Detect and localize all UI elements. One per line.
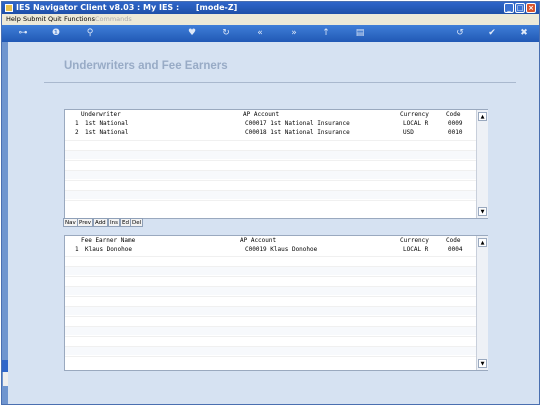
column-header-underwriter: Underwriter — [81, 111, 121, 118]
underwriters-header-row: Underwriter AP Account Currency Code — [65, 110, 487, 119]
column-header-ap-account: AP Account — [240, 237, 277, 244]
empty-row[interactable] — [65, 306, 487, 315]
cell-currency[interactable]: USD — [403, 129, 414, 136]
add-button[interactable]: Add — [93, 218, 108, 227]
table-row[interactable]: 1 Klaus Donohoe C00019 Klaus Donohoe LOC… — [65, 245, 487, 254]
minimize-button[interactable]: _ — [504, 3, 514, 13]
underwriters-grid: Underwriter AP Account Currency Code 1 1… — [64, 109, 488, 219]
close-window-button[interactable]: × — [526, 3, 536, 13]
cell-ap-account[interactable]: C00018 1st National Insurance — [245, 129, 350, 136]
nav-button[interactable]: Nav — [63, 218, 78, 227]
empty-row[interactable] — [65, 180, 487, 189]
empty-row[interactable] — [65, 356, 487, 365]
empty-row[interactable] — [65, 326, 487, 335]
key-icon[interactable]: ⊶ — [12, 28, 34, 39]
window-title: IES Navigator Client v8.03 : My IES : [m… — [16, 3, 238, 12]
empty-row[interactable] — [65, 266, 487, 275]
fee-earners-header-row: Fee Earner Name AP Account Currency Code — [65, 236, 487, 245]
column-header-ap-account: AP Account — [243, 111, 280, 118]
search-icon[interactable]: ⚲ — [84, 28, 96, 39]
menu-submit[interactable]: Submit — [23, 15, 46, 23]
empty-row[interactable] — [65, 336, 487, 345]
refresh-icon[interactable]: ↻ — [220, 28, 232, 39]
empty-row[interactable] — [65, 296, 487, 305]
cell-code[interactable]: 0010 — [448, 129, 462, 136]
ins-button[interactable]: Ins — [108, 218, 120, 227]
empty-row[interactable] — [65, 140, 487, 149]
column-header-currency: Currency — [400, 111, 429, 118]
empty-row[interactable] — [65, 160, 487, 169]
empty-row[interactable] — [65, 200, 487, 209]
table-row[interactable]: 2 1st National C00018 1st National Insur… — [65, 128, 487, 137]
empty-row[interactable] — [65, 316, 487, 325]
cell-code[interactable]: 0004 — [448, 246, 462, 253]
row-number: 1 — [75, 120, 79, 127]
heart-icon[interactable]: ♥ — [186, 28, 198, 39]
underwriters-scrollbar[interactable]: ▲ ▼ — [476, 110, 488, 218]
scroll-down-icon[interactable]: ▼ — [478, 207, 487, 216]
table-row[interactable]: 1 1st National C00017 1st National Insur… — [65, 119, 487, 128]
row-number: 2 — [75, 129, 79, 136]
maximize-button[interactable]: □ — [515, 3, 525, 13]
cell-underwriter[interactable]: 1st National — [85, 129, 128, 136]
menu-quit[interactable]: Quit — [48, 15, 62, 23]
column-header-code: Code — [446, 111, 461, 118]
app-window: IES Navigator Client v8.03 : My IES : [m… — [1, 1, 540, 405]
delete-button[interactable]: Del — [130, 218, 144, 227]
fast-forward-icon[interactable]: » — [288, 28, 300, 39]
empty-row[interactable] — [65, 170, 487, 179]
empty-row[interactable] — [65, 346, 487, 355]
rewind-icon[interactable]: « — [254, 28, 266, 39]
empty-row[interactable] — [65, 150, 487, 159]
title-bar: IES Navigator Client v8.03 : My IES : [m… — [2, 2, 539, 14]
row-number: 1 — [75, 246, 79, 253]
scroll-up-icon[interactable]: ▲ — [478, 112, 487, 121]
close-icon[interactable]: ✖ — [518, 28, 530, 39]
menu-commands[interactable]: Commands — [95, 15, 132, 23]
column-header-fee-earner-name: Fee Earner Name — [81, 237, 136, 244]
menu-functions[interactable]: Functions — [64, 15, 95, 23]
sync-icon[interactable]: ↺ — [454, 28, 466, 39]
scroll-down-icon[interactable]: ▼ — [478, 359, 487, 368]
app-icon — [5, 4, 13, 12]
empty-row[interactable] — [65, 256, 487, 265]
main-content: Underwriters and Fee Earners Underwriter… — [8, 42, 539, 404]
menu-help[interactable]: Help — [6, 15, 21, 23]
up-icon[interactable]: ↑ — [320, 28, 332, 39]
cell-currency[interactable]: LOCAL R — [403, 246, 428, 253]
menu-bar: Help Submit Quit Functions Commands — [2, 14, 539, 25]
empty-row[interactable] — [65, 286, 487, 295]
column-header-code: Code — [446, 237, 461, 244]
column-header-currency: Currency — [400, 237, 429, 244]
empty-row[interactable] — [65, 190, 487, 199]
stack-icon[interactable]: ▤ — [354, 28, 366, 39]
page-title: Underwriters and Fee Earners — [64, 60, 228, 72]
check-icon[interactable]: ✔ — [486, 28, 498, 39]
prev-button[interactable]: Prev — [77, 218, 93, 227]
fee-earners-scrollbar[interactable]: ▲ ▼ — [476, 236, 488, 370]
toolbar: ⊶ ❶ ⚲ ♥ ↻ « » ↑ ▤ ↺ ✔ ✖ — [2, 25, 539, 42]
cell-currency[interactable]: LOCAL R — [403, 120, 428, 127]
fee-earners-grid: Fee Earner Name AP Account Currency Code… — [64, 235, 488, 371]
cell-fee-earner-name[interactable]: Klaus Donohoe — [85, 246, 132, 253]
info-icon[interactable]: ❶ — [50, 28, 62, 39]
cell-underwriter[interactable]: 1st National — [85, 120, 128, 127]
cell-ap-account[interactable]: C00017 1st National Insurance — [245, 120, 350, 127]
heading-divider — [44, 82, 516, 83]
cell-ap-account[interactable]: C00019 Klaus Donohoe — [245, 246, 317, 253]
empty-row[interactable] — [65, 276, 487, 285]
scroll-up-icon[interactable]: ▲ — [478, 238, 487, 247]
cell-code[interactable]: 0009 — [448, 120, 462, 127]
